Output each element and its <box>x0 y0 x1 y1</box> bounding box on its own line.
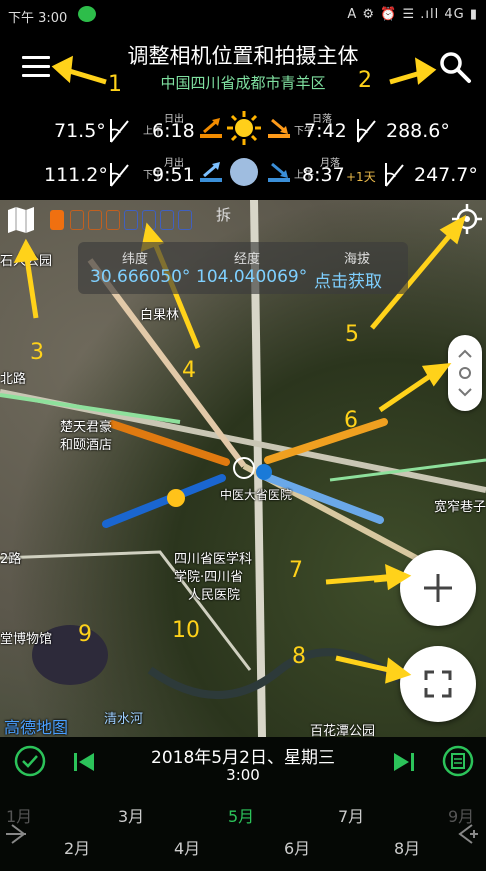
sun-set-time: 7:42 <box>304 120 347 142</box>
next-day-icon[interactable] <box>392 750 416 774</box>
wechat-icon <box>78 6 96 22</box>
longitude-value: 104.040069° <box>196 267 308 287</box>
month-jun[interactable]: 6月 <box>284 835 310 859</box>
sun-set-azimuth: 288.6° <box>386 120 450 142</box>
azimuth-set-icon <box>357 119 376 143</box>
moonrise-icon <box>200 162 222 182</box>
month-aug[interactable]: 8月 <box>394 835 420 859</box>
azimuth-rise-icon <box>110 119 129 143</box>
nav-right-icon[interactable] <box>450 819 480 849</box>
sun-rise-azimuth: 71.5° <box>54 120 106 142</box>
annotation-1: 1 <box>108 72 122 97</box>
status-bar: 下午 3:00 A ⚙ ⏰ ☰ .ıll 4G ▮ <box>0 0 486 30</box>
moon-rise-azimuth: 111.2° <box>44 164 108 186</box>
month-apr[interactable]: 4月 <box>174 835 200 859</box>
annotation-10: 10 <box>172 618 200 643</box>
annotation-7: 7 <box>289 558 303 583</box>
annotation-4: 4 <box>182 358 196 383</box>
sunset-icon <box>268 118 290 138</box>
moon-icon <box>230 158 258 186</box>
moon-set-next-day: +1天 <box>346 170 376 184</box>
sun-rise-time: 6:18 <box>152 120 195 142</box>
altitude-fetch-link[interactable]: 点击获取 <box>314 267 382 292</box>
sun-icon <box>227 111 261 145</box>
moon-set-azimuth: 247.7° <box>414 164 478 186</box>
moonset-icon <box>268 162 290 182</box>
latitude-value: 30.666050° <box>90 267 191 287</box>
nav-left-icon[interactable] <box>4 819 34 849</box>
header-annotation-arrows <box>51 55 437 85</box>
time-label[interactable]: 3:00 <box>200 766 286 784</box>
month-may[interactable]: 5月 <box>228 803 254 827</box>
status-time: 下午 3:00 <box>8 11 68 26</box>
moon-rise-time: 9:51 <box>152 164 195 186</box>
annotation-5: 5 <box>345 322 359 347</box>
status-icons: A ⚙ ⏰ ☰ .ıll 4G ▮ <box>347 7 478 22</box>
moon-set-time: 8:37 <box>302 164 345 186</box>
annotation-2: 2 <box>358 68 372 93</box>
annotation-3: 3 <box>30 340 44 365</box>
annotation-6: 6 <box>344 408 358 433</box>
calendar-icon[interactable] <box>442 745 474 777</box>
longitude-label: 经度 <box>234 252 261 267</box>
azimuth-moonset-icon <box>385 163 404 187</box>
latitude-label: 纬度 <box>122 252 149 267</box>
coordinates-panel[interactable]: 纬度 经度 海拔 30.666050° 104.040069° 点击获取 <box>78 242 408 294</box>
month-feb[interactable]: 2月 <box>64 835 90 859</box>
check-icon[interactable] <box>14 745 46 777</box>
sun-row: 71.5° 上午 日出 6:18 下午 日落 7:42 288.6° <box>0 108 486 152</box>
month-jul[interactable]: 7月 <box>338 803 364 827</box>
month-scroller[interactable]: 1月 3月 5月 7月 9月 2月 4月 6月 8月 <box>0 795 486 871</box>
moon-row: 111.2° 下午 月出 9:51 上午 月落 8:37 +1天 247.7° <box>0 152 486 196</box>
annotation-8: 8 <box>292 644 306 669</box>
month-mar[interactable]: 3月 <box>118 803 144 827</box>
prev-day-icon[interactable] <box>72 750 96 774</box>
azimuth-moonrise-icon <box>110 163 129 187</box>
annotation-9: 9 <box>78 622 92 647</box>
sunrise-icon <box>200 118 222 138</box>
altitude-label: 海拔 <box>344 252 371 267</box>
date-label[interactable]: 2018年5月2日、星期三 <box>100 743 386 768</box>
